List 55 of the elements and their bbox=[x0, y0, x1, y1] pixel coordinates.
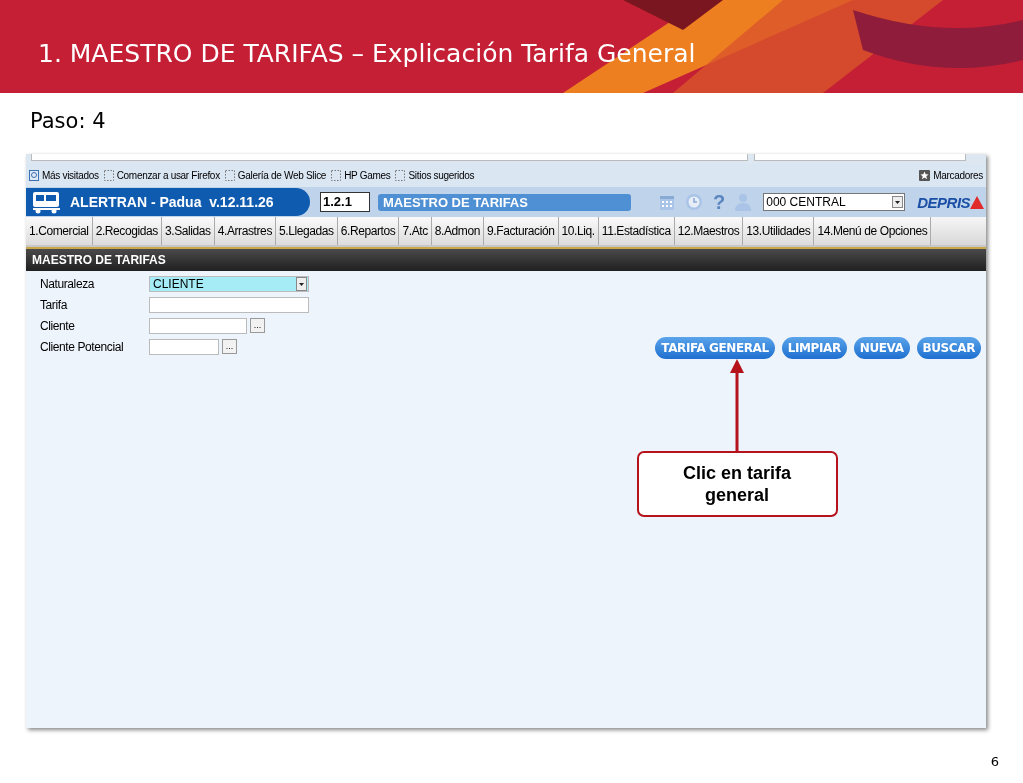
dotted-square-icon bbox=[224, 170, 235, 181]
input-field[interactable] bbox=[149, 296, 309, 313]
bookmarks-menu[interactable]: Marcadores bbox=[933, 170, 983, 181]
input-field[interactable] bbox=[149, 338, 219, 355]
screen-title-bar: MAESTRO DE TARIFAS bbox=[378, 193, 631, 211]
menu-tab[interactable]: 1.Comercial bbox=[26, 217, 93, 245]
bookmark-link[interactable]: Sitios sugeridos bbox=[408, 170, 475, 181]
menu-tab[interactable]: 6.Repartos bbox=[337, 217, 400, 245]
bookmark-link[interactable]: Más visitados bbox=[42, 170, 99, 181]
action-button[interactable]: LIMPIAR bbox=[781, 337, 847, 359]
page-number: 6 bbox=[990, 754, 999, 769]
menu-tab[interactable]: 2.Recogidas bbox=[92, 217, 162, 245]
action-button[interactable]: BUSCAR bbox=[916, 337, 981, 359]
field-label: Tarifa bbox=[40, 297, 69, 312]
field-label: Cliente bbox=[40, 318, 76, 333]
menu-tab[interactable]: 9.Facturación bbox=[484, 217, 559, 245]
dotted-square-icon bbox=[395, 170, 406, 181]
lookup-button[interactable]: ... bbox=[250, 318, 265, 333]
action-button[interactable]: NUEVA bbox=[853, 337, 910, 359]
screen-code-field[interactable]: 1.2.1 bbox=[320, 192, 370, 212]
menu-tab[interactable]: 13.Utilidades bbox=[743, 217, 815, 245]
menu-tab[interactable]: 3.Salidas bbox=[161, 217, 215, 245]
menu-tab[interactable]: 10.Liq. bbox=[558, 217, 599, 245]
app-name: ALERTRAN - Padua v.12.11.26 bbox=[70, 194, 274, 210]
input-field[interactable] bbox=[149, 317, 247, 334]
bookmark-link[interactable]: Galería de Web Slice bbox=[237, 170, 327, 181]
menu-tab[interactable]: 7.Atc bbox=[399, 217, 432, 245]
search-bar[interactable] bbox=[754, 154, 966, 161]
clock-icon bbox=[685, 193, 703, 211]
menu-tab[interactable]: 12.Maestros bbox=[674, 217, 744, 245]
action-button[interactable]: TARIFA GENERAL bbox=[655, 337, 775, 359]
page-icon bbox=[29, 170, 39, 181]
step-label: Paso: 4 bbox=[29, 108, 107, 135]
slide-title: 1. MAESTRO DE TARIFAS – Explicación Tarifa General bbox=[37, 38, 696, 68]
dotted-square-icon bbox=[103, 170, 114, 181]
menu-tab[interactable]: 8.Admon bbox=[431, 217, 484, 245]
menu-tab[interactable]: 4.Arrastres bbox=[214, 217, 276, 245]
bookmark-link[interactable]: Comenzar a usar Firefox bbox=[116, 170, 220, 181]
lookup-button[interactable]: ... bbox=[222, 339, 237, 354]
menu-tab[interactable]: 5.Llegadas bbox=[276, 217, 338, 245]
star-icon bbox=[919, 170, 931, 181]
logo-text: DEPRIS bbox=[917, 193, 971, 211]
menu-tab[interactable]: 14.Menú de Opciones bbox=[814, 217, 932, 245]
callout-box: Clic en tarifa general bbox=[636, 451, 838, 517]
bookmark-link[interactable]: HP Games bbox=[344, 170, 391, 181]
calendar-icon bbox=[659, 193, 675, 211]
section-header: MAESTRO DE TARIFAS bbox=[26, 247, 986, 271]
dotted-square-icon bbox=[331, 170, 342, 181]
field-label: Naturaleza bbox=[40, 276, 96, 291]
field-label: Cliente Potencial bbox=[40, 339, 125, 354]
address-bar[interactable] bbox=[31, 154, 748, 161]
menu-tab[interactable]: 11.Estadística bbox=[598, 217, 675, 245]
select-field[interactable]: CLIENTE bbox=[149, 275, 309, 292]
triangle-logo-icon bbox=[970, 195, 985, 209]
office-select[interactable]: 000 CENTRAL bbox=[763, 193, 906, 211]
